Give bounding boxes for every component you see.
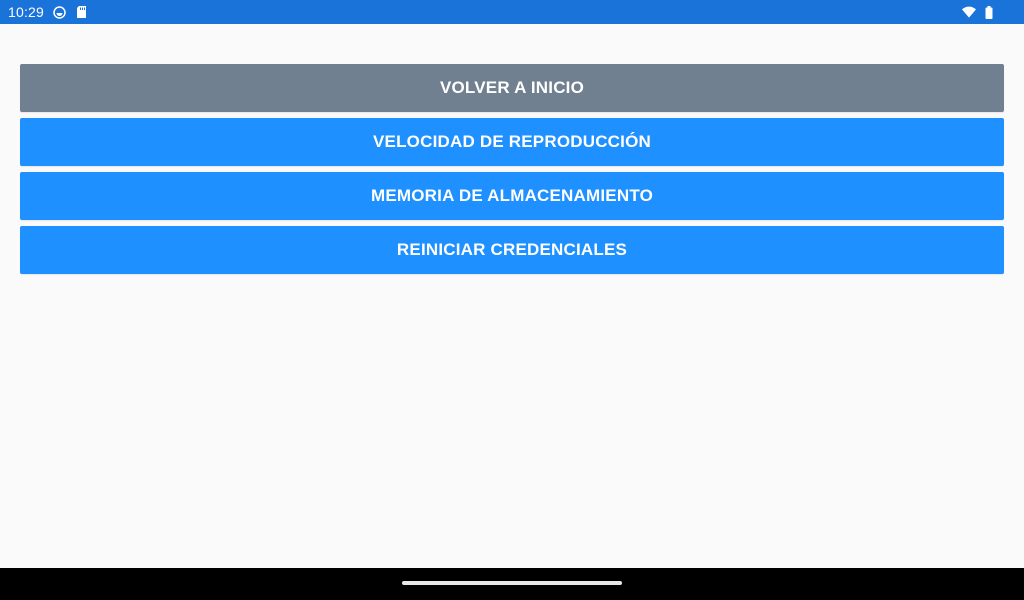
- settings-menu: VOLVER A INICIO VELOCIDAD DE REPRODUCCIÓ…: [20, 64, 1004, 280]
- status-right-group: [962, 5, 1016, 19]
- storage-memory-button[interactable]: MEMORIA DE ALMACENAMIENTO: [20, 172, 1004, 220]
- status-left-group: 10:29: [8, 4, 88, 20]
- battery-icon: [982, 5, 996, 19]
- navigation-bar: [0, 568, 1024, 600]
- playback-speed-button[interactable]: VELOCIDAD DE REPRODUCCIÓN: [20, 118, 1004, 166]
- status-bar: 10:29: [0, 0, 1024, 24]
- back-to-home-button[interactable]: VOLVER A INICIO: [20, 64, 1004, 112]
- sync-circle-icon: [52, 5, 66, 19]
- reset-credentials-button[interactable]: REINICIAR CREDENCIALES: [20, 226, 1004, 274]
- home-gesture-handle[interactable]: [402, 581, 622, 585]
- sd-card-icon: [74, 5, 88, 19]
- wifi-icon: [962, 5, 976, 19]
- status-time: 10:29: [8, 4, 45, 20]
